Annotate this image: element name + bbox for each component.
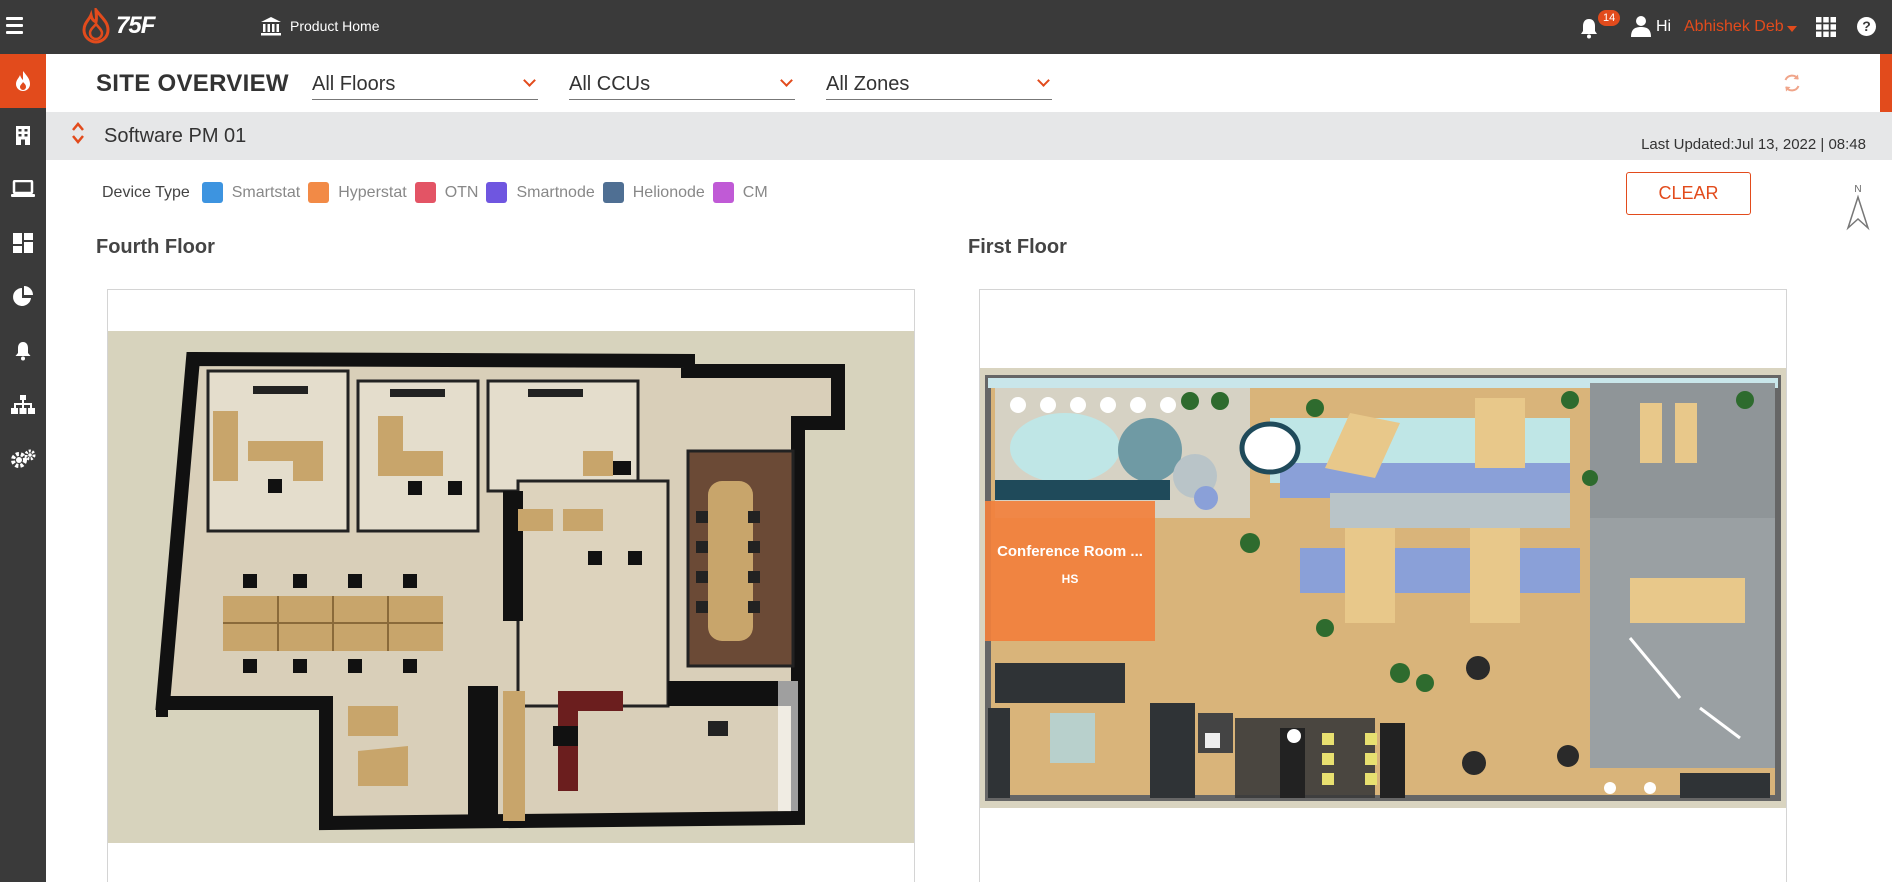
legend-item-label: CM	[742, 183, 768, 201]
legend-item-otn[interactable]: OTN	[414, 182, 479, 203]
north-arrow-icon: N	[1846, 184, 1870, 231]
pie-chart-icon	[13, 286, 33, 306]
sidebar-item-hierarchy[interactable]	[0, 378, 46, 432]
settings-icon	[11, 449, 36, 468]
legend-item-label: Hyperstat	[338, 183, 407, 201]
logo[interactable]: 75F	[80, 8, 155, 44]
legend-item-helionode[interactable]: Helionode	[602, 182, 705, 203]
zones-dropdown[interactable]: All Zones	[826, 70, 1052, 100]
zone-name: Conference Room ...	[997, 543, 1143, 560]
legend-swatch	[414, 182, 436, 203]
floor-title-first: First Floor	[968, 236, 1067, 258]
floors-dropdown-value: All Floors	[312, 73, 396, 95]
floor-plan-image[interactable]	[108, 331, 914, 843]
sidebar-item-devices[interactable]	[0, 162, 46, 216]
notification-badge: 14	[1598, 10, 1621, 26]
legend-item-label: Smartstat	[231, 183, 301, 201]
refresh-icon[interactable]	[1782, 73, 1802, 93]
logo-text: 75F	[116, 12, 155, 39]
chevron-down-icon	[1037, 74, 1050, 87]
sidebar-item-buildings[interactable]	[0, 108, 46, 162]
ccus-dropdown[interactable]: All CCUs	[569, 70, 795, 100]
flame-icon	[16, 71, 30, 91]
site-name: Software PM 01	[104, 125, 247, 147]
zones-dropdown-value: All Zones	[826, 73, 910, 95]
north-label: N	[1854, 184, 1861, 195]
legend-swatch	[201, 182, 223, 203]
legend-swatch	[602, 182, 624, 203]
sidebar-item-alerts[interactable]	[0, 324, 46, 378]
dashboard-icon	[13, 233, 33, 253]
product-home-link[interactable]: Product Home	[260, 16, 379, 36]
legend-item-label: Smartnode	[516, 183, 595, 201]
site-bar: Software PM 01 Last Updated:Jul 13, 2022…	[46, 112, 1892, 160]
bank-icon	[261, 17, 281, 36]
menu-icon[interactable]	[6, 17, 23, 34]
floor-title-fourth: Fourth Floor	[96, 236, 215, 258]
legend-item-label: OTN	[444, 183, 479, 201]
legend-label: Device Type	[102, 183, 190, 201]
legend-item-label: Helionode	[632, 183, 705, 201]
sidebar-item-dashboard[interactable]	[0, 216, 46, 270]
zone-device-badge: HS	[1061, 572, 1079, 586]
legend-swatch	[712, 182, 734, 203]
legend-item-hyperstat[interactable]: Hyperstat	[308, 182, 407, 203]
sidebar-item-analytics[interactable]	[0, 270, 46, 324]
greeting-text: Hi	[1656, 18, 1672, 35]
zone-conference-room[interactable]: Conference Room ... HS	[985, 501, 1155, 641]
legend-item-smartstat[interactable]: Smartstat	[201, 182, 301, 203]
help-icon[interactable]: ?	[1857, 17, 1876, 36]
building-icon	[16, 126, 30, 145]
floor-card-fourth[interactable]	[107, 289, 915, 882]
user-menu-caret-icon[interactable]	[1787, 26, 1797, 32]
floor-card-first[interactable]: Conference Room ... HS	[979, 289, 1787, 882]
page-title: SITE OVERVIEW	[96, 70, 289, 97]
sort-icon[interactable]	[72, 122, 84, 144]
top-bar: 75F Product Home 14 Hi Abhishek Deb ?	[0, 0, 1892, 54]
sidebar	[0, 54, 46, 882]
legend-swatch	[308, 182, 330, 203]
apps-grid-icon[interactable]	[1816, 17, 1836, 37]
legend-swatch	[486, 182, 508, 203]
laptop-icon	[11, 180, 35, 197]
legend-item-smartnode[interactable]: Smartnode	[486, 182, 595, 203]
chevron-down-icon	[523, 74, 536, 87]
user-name[interactable]: Abhishek Deb	[1684, 18, 1784, 36]
clear-button[interactable]: CLEAR	[1626, 172, 1751, 215]
last-updated-text: Last Updated:Jul 13, 2022 | 08:48	[1641, 136, 1866, 153]
ccus-dropdown-value: All CCUs	[569, 73, 651, 95]
device-type-legend: Device Type Smartstat Hyperstat OTN Smar…	[102, 182, 776, 203]
filter-button[interactable]	[1880, 54, 1892, 112]
hierarchy-icon	[11, 395, 35, 414]
sidebar-item-settings[interactable]	[0, 432, 46, 486]
floors-dropdown[interactable]: All Floors	[312, 70, 538, 100]
chevron-down-icon	[780, 74, 793, 87]
logo-flame-icon	[82, 8, 110, 44]
product-home-label: Product Home	[290, 18, 380, 34]
legend-item-cm[interactable]: CM	[712, 182, 768, 203]
user-icon[interactable]	[1631, 15, 1651, 37]
site-header: SITE OVERVIEW All Floors All CCUs All Zo…	[46, 54, 1892, 112]
bell-icon	[15, 342, 31, 361]
sidebar-item-heating[interactable]	[0, 54, 46, 108]
